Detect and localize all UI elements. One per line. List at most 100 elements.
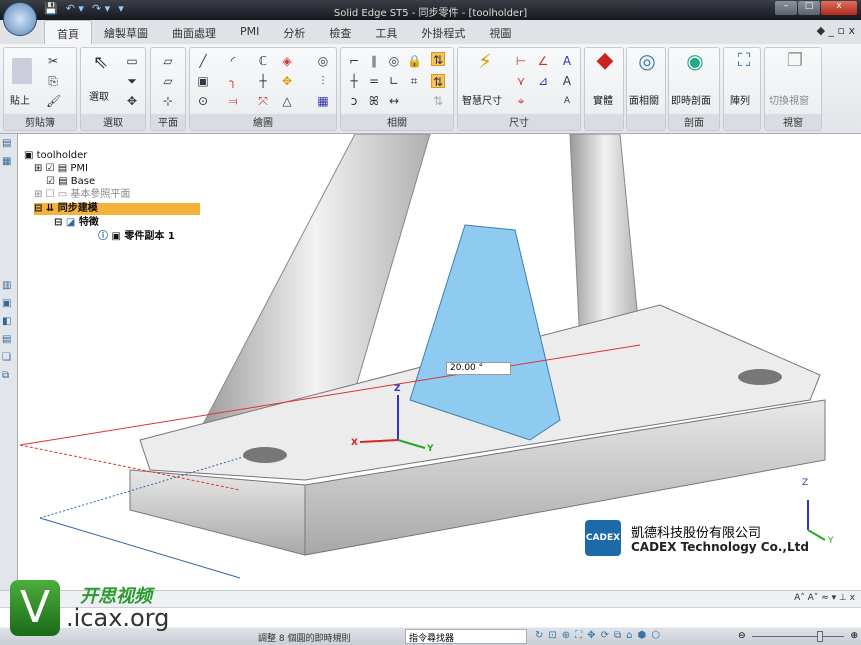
line-icon[interactable]: ╱ [196,54,210,68]
paste-button[interactable]: 貼上 [10,92,30,107]
arc-icon[interactable]: ◜ [226,54,240,68]
angle-dimension-field[interactable]: 20.00 ° [446,362,511,375]
wireframe-icon[interactable]: ⬡ [651,630,660,641]
offset-icon[interactable]: ⫤ [226,94,240,108]
pathfinder-icon[interactable]: ▤ [2,138,16,152]
format-painter-icon[interactable]: 🖌 [46,94,61,108]
plane-icon[interactable]: ▱ [161,54,175,68]
select-button[interactable]: 選取 [89,88,109,103]
rectangle-icon[interactable]: ▣ [196,74,210,88]
increase-font-icon[interactable]: A [560,74,574,88]
save-icon[interactable]: 💾 [44,2,58,15]
tree-item-ref-planes[interactable]: ⊞ ☐ ▭ 基本參照平面 [34,189,130,201]
tangent-icon[interactable]: ∟ [387,74,401,88]
coordinate-system-icon[interactable]: ⊹ [161,94,175,108]
zoom-out-icon[interactable]: ⊖ [738,631,746,641]
tree-item-part-copy[interactable]: ⓘ ▣ 零件副本 1 [98,231,175,243]
mirror-icon[interactable]: ⤧ [256,94,270,108]
family-icon[interactable]: ❏ [2,352,16,366]
zoom-in-icon[interactable]: ⊕ [850,631,858,641]
tree-item-features[interactable]: ⊟ ◪ 特徵 [54,217,99,229]
fill-icon[interactable]: ◈ [280,54,294,68]
maximize-button[interactable]: □ [798,1,820,15]
view-orient-icon[interactable]: ⧉ [614,630,621,641]
cut-icon[interactable]: ✂ [46,54,60,68]
collinear-icon[interactable]: ↄ [347,94,361,108]
tab-surfacing[interactable]: 曲面處理 [160,20,228,44]
sketch-view-icon[interactable]: ◎ [316,54,330,68]
curve-icon[interactable]: ℂ [256,54,270,68]
perpendicular-icon[interactable]: ⌐ [347,54,361,68]
tab-inspect[interactable]: 檢查 [317,20,363,44]
relate-icon[interactable]: ⫶ [316,74,330,88]
rigid-icon[interactable]: ⌗ [407,74,421,88]
close-button[interactable]: x [821,1,857,15]
horizontal-icon[interactable]: ↔ [387,94,401,108]
triangle-icon[interactable]: △ [280,94,294,108]
command-finder-input[interactable]: 指令尋找器 [405,629,527,644]
face-relate-button[interactable]: 面相關 [629,92,659,107]
sketch-view-icon[interactable]: ⌂ [626,630,632,641]
zoom-slider-thumb[interactable] [816,631,823,642]
pan-icon[interactable]: ✥ [587,630,595,641]
table-icon[interactable]: ▤ [2,334,16,348]
decrease-font-icon[interactable]: A [560,94,574,108]
relation-handle-icon[interactable]: ⇅ [431,52,445,67]
select-tool-icon[interactable]: ✥ [125,94,139,108]
maintain-relations-icon[interactable]: ⇅ [431,74,445,89]
fillet-icon[interactable]: ╮ [226,74,240,88]
intersect-icon[interactable]: ┼ [347,74,361,88]
tab-tools[interactable]: 工具 [363,20,409,44]
customize-icon[interactable]: ▾ [118,2,124,15]
relation-disabled-icon[interactable]: ⇅ [431,94,445,108]
concentric-icon[interactable]: ◎ [387,54,401,68]
layers-icon[interactable]: ▦ [2,156,16,170]
switch-window-button[interactable]: 切換視窗 [769,92,809,107]
grid-icon[interactable]: ▦ [316,94,330,108]
shaded-icon[interactable]: ⬢ [637,630,646,641]
trim-icon[interactable]: ┼ [256,74,270,88]
application-button[interactable] [3,2,37,36]
symmetric-icon[interactable]: ꕤ [367,94,381,108]
angle-icon[interactable]: ∠ [536,54,550,68]
smart-dimension-button[interactable]: 智慧尺寸 [462,92,502,107]
coordinate-dim-icon[interactable]: ⋎ [514,74,528,88]
redo-icon[interactable]: ↷ ▾ [92,2,110,15]
command-bar-controls[interactable]: A˄ A˅ ≈ ▾ ⊥ x [794,593,855,603]
angular-coordinate-icon[interactable]: ⊿ [536,74,550,88]
select-box-icon[interactable]: ▭ [125,54,139,68]
tab-pmi[interactable]: PMI [228,20,271,44]
zoom-icon[interactable]: ⊕ [562,630,570,641]
solids-button[interactable]: 實體 [593,92,613,107]
tree-item-base[interactable]: ☑ ▤ Base [46,176,95,188]
parallel-icon[interactable]: ∥ [367,54,381,68]
circle-icon[interactable]: ⊙ [196,94,210,108]
fit-icon[interactable]: ⛶ [575,630,582,641]
tree-root[interactable]: ▣ toolholder [24,150,87,162]
tab-addins[interactable]: 外掛程式 [409,20,477,44]
text-style-icon[interactable]: A [560,54,574,68]
help-window-controls[interactable]: ◆ _ ▫ x [817,24,855,37]
filter-icon[interactable]: ⏷ [125,74,139,88]
parts-icon[interactable]: ▣ [2,298,16,312]
move-icon[interactable]: ✥ [280,74,294,88]
equal-icon[interactable]: = [367,74,381,88]
undo-icon[interactable]: ↶ ▾ [66,2,84,15]
minimize-button[interactable]: – [775,1,797,15]
zoom-area-icon[interactable]: ⊡ [548,630,556,641]
tab-analyze[interactable]: 分析 [271,20,317,44]
tab-sketch[interactable]: 繪製草圖 [92,20,160,44]
copy-icon[interactable]: ⎘ [46,74,60,88]
plane-options-icon[interactable]: ▱ [161,74,175,88]
tree-item-pmi[interactable]: ⊞ ☑ ▤ PMI [34,163,88,175]
distance-icon[interactable]: ⊢ [514,54,528,68]
tree-item-synchronous[interactable]: ⊟ ⇊ 同步建模 [34,203,200,215]
tab-view[interactable]: 視圖 [477,20,523,44]
live-section-button[interactable]: 即時剖面 [671,92,711,107]
tab-home[interactable]: 首頁 [44,20,92,44]
lock-icon[interactable]: 🔒 [407,54,422,68]
zoom-slider[interactable]: ⊖ ⊕ [738,631,858,642]
feature-library-icon[interactable]: ▥ [2,280,16,294]
color-icon[interactable]: ◧ [2,316,16,330]
rotate-icon[interactable]: ⟳ [601,630,609,641]
